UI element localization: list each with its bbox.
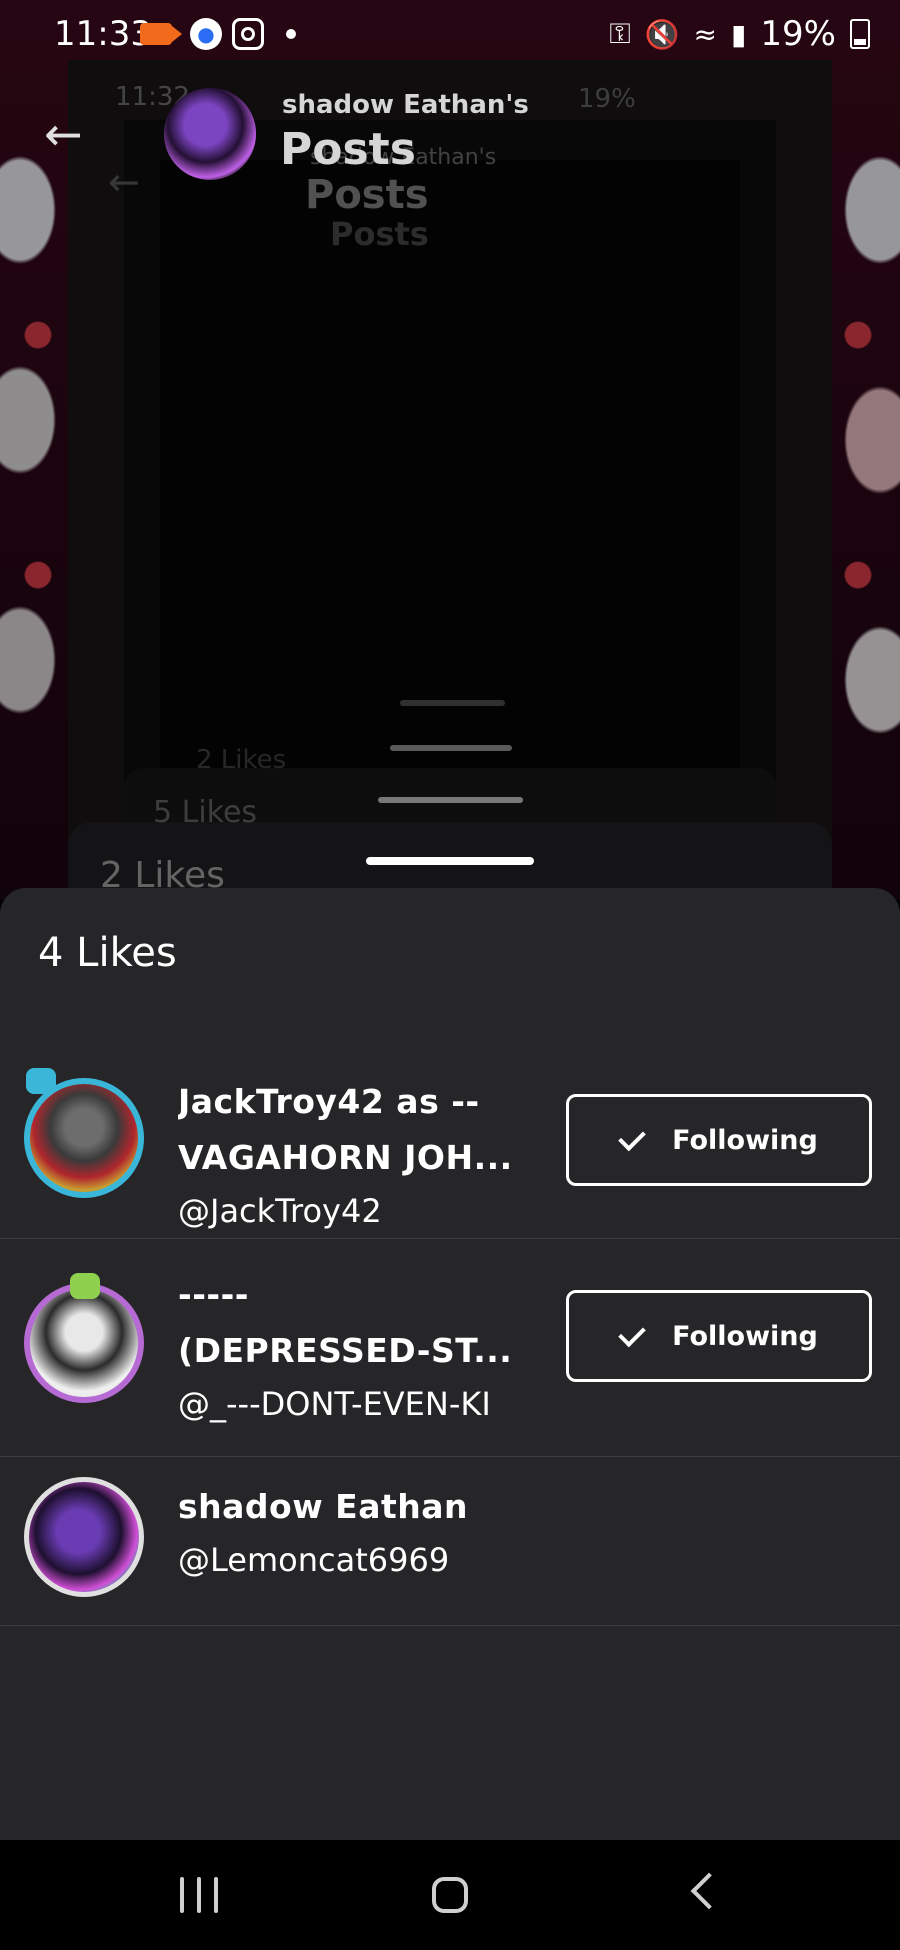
vpn-key-icon: ⚿: [609, 17, 631, 50]
home-icon[interactable]: [432, 1877, 468, 1913]
system-icons: ⚿ 🔇 ≈ ▮ 19%: [609, 14, 870, 54]
avatar-badge-icon: [26, 1068, 56, 1094]
user-display-name[interactable]: -----: [178, 1275, 538, 1314]
posts-owner-label: shadow Eathan's: [282, 90, 529, 120]
signal-icon: ▮: [731, 17, 747, 51]
battery-charging-icon: [850, 19, 870, 49]
list-item[interactable]: ----- (DEPRESSED-ST... @_---DONT-EVEN-KI…: [0, 1239, 900, 1455]
background-posts-screen: 11:32 19% ← shadow Eathan's Posts Posts …: [0, 0, 900, 900]
following-label: Following: [672, 1124, 818, 1156]
page-title: Posts: [280, 124, 416, 175]
app-icon: ●: [190, 18, 222, 50]
user-handle: @Lemoncat6969: [178, 1541, 450, 1579]
divider: [0, 1625, 900, 1626]
check-icon: [618, 1123, 646, 1151]
list-item[interactable]: JackTroy42 as -- VAGAHORN JOH... @JackTr…: [0, 1038, 900, 1246]
following-button[interactable]: Following: [566, 1094, 872, 1186]
navigation-bar: [0, 1840, 900, 1950]
list-item[interactable]: shadow Eathan @Lemoncat6969: [0, 1457, 900, 1625]
instagram-icon: [232, 18, 264, 50]
following-button[interactable]: Following: [566, 1290, 872, 1382]
sheet-drag-handle[interactable]: [366, 857, 534, 865]
wifi-icon: ≈: [693, 17, 717, 51]
likes-bottom-sheet: 4 Likes JackTroy42 as -- VAGAHORN JOH...…: [0, 888, 900, 1840]
check-icon: [618, 1319, 646, 1347]
dot-icon: [286, 29, 296, 39]
user-display-name[interactable]: VAGAHORN JOH...: [178, 1138, 538, 1177]
mute-icon: 🔇: [644, 17, 680, 51]
avatar[interactable]: [24, 1283, 144, 1403]
following-label: Following: [672, 1320, 818, 1352]
avatar[interactable]: [24, 1477, 144, 1597]
status-bar: 11:33 ● ⚿ 🔇 ≈ ▮ 19%: [0, 0, 900, 74]
dim-overlay: [0, 0, 900, 900]
video-call-icon: [140, 23, 182, 45]
avatar[interactable]: [24, 1078, 144, 1198]
user-handle: @_---DONT-EVEN-KI: [178, 1385, 491, 1423]
recents-icon[interactable]: [180, 1877, 218, 1913]
likes-count-title: 4 Likes: [38, 930, 177, 976]
user-display-name[interactable]: JackTroy42 as --: [178, 1082, 538, 1121]
user-display-name[interactable]: shadow Eathan: [178, 1487, 558, 1526]
back-icon[interactable]: [690, 1872, 728, 1910]
notification-icons: ●: [140, 18, 296, 50]
back-arrow-icon[interactable]: ←: [44, 111, 94, 157]
profile-avatar[interactable]: [164, 88, 256, 180]
status-time: 11:33: [54, 14, 152, 54]
user-display-name[interactable]: (DEPRESSED-ST...: [178, 1331, 538, 1370]
battery-percentage: 19%: [760, 14, 836, 54]
avatar-badge-icon: [70, 1273, 100, 1299]
user-handle: @JackTroy42: [178, 1192, 382, 1230]
